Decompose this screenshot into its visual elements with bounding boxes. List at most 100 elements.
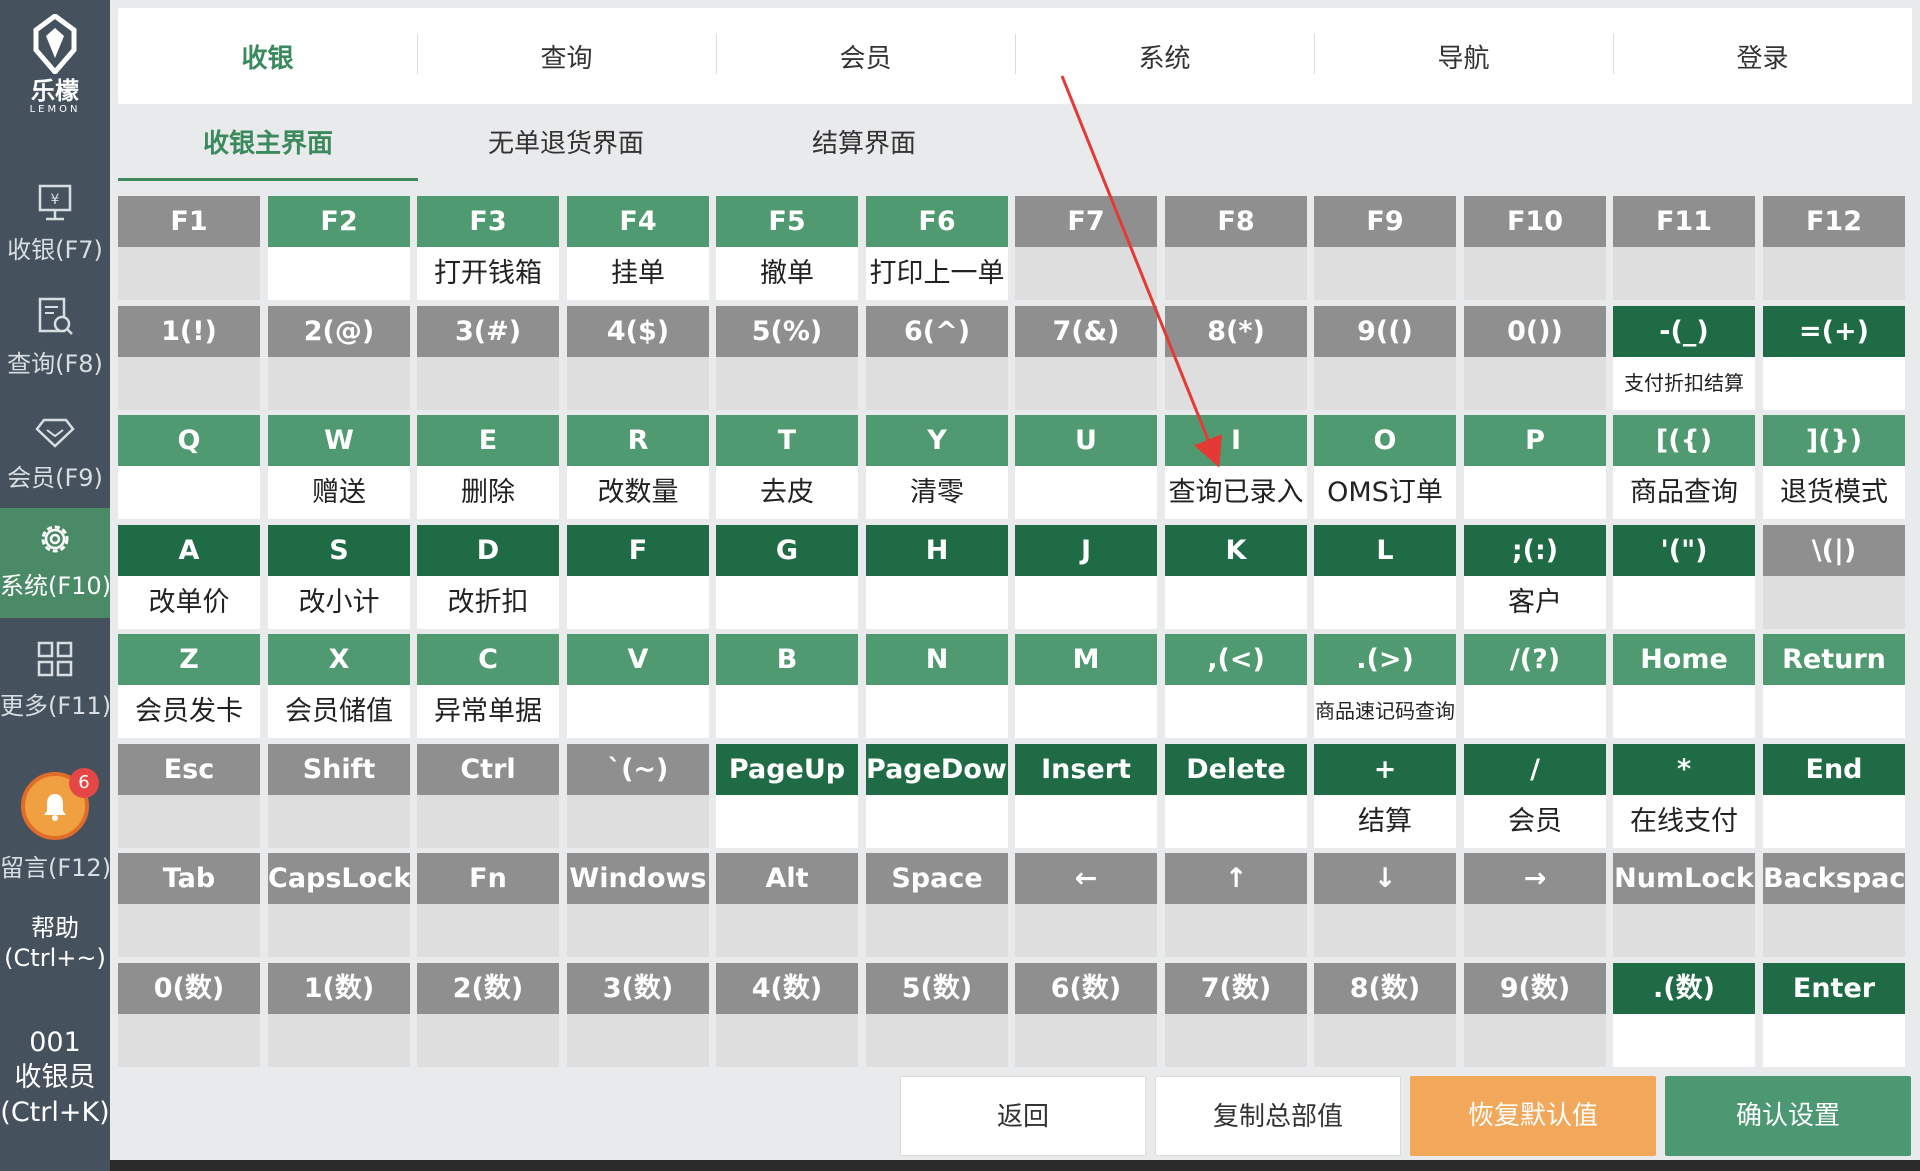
shortcut-key[interactable]: B — [716, 634, 858, 738]
confirm-settings-button[interactable]: 确认设置 — [1665, 1076, 1911, 1156]
sidebar-item-system[interactable]: 系统(F10) — [0, 508, 111, 618]
shortcut-key[interactable]: L — [1314, 525, 1456, 629]
shortcut-key[interactable]: 3(数) — [567, 963, 709, 1067]
shortcut-key[interactable]: 0()) — [1464, 306, 1606, 410]
shortcut-key[interactable]: Shift — [268, 744, 410, 848]
tab-login[interactable]: 登录 — [1613, 33, 1912, 75]
shortcut-key[interactable]: Ctrl — [417, 744, 559, 848]
sidebar-item-more[interactable]: 更多(F11) — [0, 628, 111, 738]
shortcut-key[interactable]: 5(%) — [716, 306, 858, 410]
subtab-settlement[interactable]: 结算界面 — [714, 110, 1014, 178]
shortcut-key[interactable]: ,(<) — [1165, 634, 1307, 738]
shortcut-key[interactable]: G — [716, 525, 858, 629]
shortcut-key[interactable]: N — [866, 634, 1008, 738]
shortcut-key[interactable]: H — [866, 525, 1008, 629]
shortcut-key[interactable]: F9 — [1314, 196, 1456, 300]
shortcut-key[interactable]: .(>) 商品速记码查询 — [1314, 634, 1456, 738]
shortcut-key[interactable]: NumLock — [1613, 853, 1755, 957]
shortcut-key[interactable]: 9(数) — [1464, 963, 1606, 1067]
shortcut-key[interactable]: Fn — [417, 853, 559, 957]
shortcut-key[interactable]: Y 清零 — [866, 415, 1008, 519]
shortcut-key[interactable]: F1 — [118, 196, 260, 300]
shortcut-key[interactable]: Enter — [1763, 963, 1905, 1067]
shortcut-key[interactable]: Backspace — [1763, 853, 1905, 957]
shortcut-key[interactable]: =(+) — [1763, 306, 1905, 410]
shortcut-key[interactable]: End — [1763, 744, 1905, 848]
sidebar-item-member[interactable]: 会员(F9) — [0, 400, 110, 510]
shortcut-key[interactable]: M — [1015, 634, 1157, 738]
shortcut-key[interactable]: F11 — [1613, 196, 1755, 300]
shortcut-key[interactable]: W 赠送 — [268, 415, 410, 519]
shortcut-key[interactable]: F4 挂单 — [567, 196, 709, 300]
shortcut-key[interactable]: 2(数) — [417, 963, 559, 1067]
shortcut-key[interactable]: Alt — [716, 853, 858, 957]
shortcut-key[interactable]: .(数) — [1613, 963, 1755, 1067]
shortcut-key[interactable]: ↑ — [1165, 853, 1307, 957]
tab-navigation[interactable]: 导航 — [1314, 33, 1613, 75]
shortcut-key[interactable]: ;(:) 客户 — [1464, 525, 1606, 629]
user-role[interactable]: 收银员 — [0, 1062, 110, 1094]
shortcut-key[interactable]: O OMS订单 — [1314, 415, 1456, 519]
subtab-no-receipt-return[interactable]: 无单退货界面 — [416, 110, 716, 178]
shortcut-key[interactable]: Insert — [1015, 744, 1157, 848]
shortcut-key[interactable]: J — [1015, 525, 1157, 629]
restore-default-button[interactable]: 恢复默认值 — [1410, 1076, 1656, 1156]
shortcut-key[interactable]: Space — [866, 853, 1008, 957]
help-label[interactable]: 帮助 — [0, 912, 110, 944]
shortcut-key[interactable]: F8 — [1165, 196, 1307, 300]
copy-hq-value-button[interactable]: 复制总部值 — [1155, 1076, 1401, 1156]
shortcut-key[interactable]: 1(!) — [118, 306, 260, 410]
shortcut-key[interactable]: /(?) — [1464, 634, 1606, 738]
shortcut-key[interactable]: Tab — [118, 853, 260, 957]
shortcut-key[interactable]: + 结算 — [1314, 744, 1456, 848]
shortcut-key[interactable]: 8(数) — [1314, 963, 1456, 1067]
shortcut-key[interactable]: CapsLock — [268, 853, 410, 957]
shortcut-key[interactable]: / 会员 — [1464, 744, 1606, 848]
back-button[interactable]: 返回 — [900, 1076, 1146, 1156]
shortcut-key[interactable]: F6 打印上一单 — [866, 196, 1008, 300]
tab-cashier[interactable]: 收银 — [118, 38, 417, 75]
shortcut-key[interactable]: ](}) 退货模式 — [1763, 415, 1905, 519]
tab-system[interactable]: 系统 — [1015, 33, 1314, 75]
shortcut-key[interactable]: X 会员储值 — [268, 634, 410, 738]
shortcut-key[interactable]: ↓ — [1314, 853, 1456, 957]
message-button[interactable]: 6 — [21, 768, 99, 840]
shortcut-key[interactable]: 4(数) — [716, 963, 858, 1067]
shortcut-key[interactable]: 6(^) — [866, 306, 1008, 410]
tab-query[interactable]: 查询 — [417, 33, 716, 75]
shortcut-key[interactable]: P — [1464, 415, 1606, 519]
shortcut-key[interactable]: Delete — [1165, 744, 1307, 848]
shortcut-key[interactable]: S 改小计 — [268, 525, 410, 629]
shortcut-key[interactable]: 7(数) — [1165, 963, 1307, 1067]
shortcut-key[interactable]: F5 撤单 — [716, 196, 858, 300]
shortcut-key[interactable]: PageUp — [716, 744, 858, 848]
subtab-cashier-main[interactable]: 收银主界面 — [118, 110, 418, 181]
shortcut-key[interactable]: 1(数) — [268, 963, 410, 1067]
shortcut-key[interactable]: Esc — [118, 744, 260, 848]
shortcut-key[interactable]: F3 打开钱箱 — [417, 196, 559, 300]
shortcut-key[interactable]: F2 — [268, 196, 410, 300]
shortcut-key[interactable]: Windows — [567, 853, 709, 957]
shortcut-key[interactable]: 3(#) — [417, 306, 559, 410]
sidebar-item-message[interactable]: 6 留言(F12) — [0, 762, 111, 882]
shortcut-key[interactable]: Z 会员发卡 — [118, 634, 260, 738]
shortcut-key[interactable]: F — [567, 525, 709, 629]
shortcut-key[interactable]: T 去皮 — [716, 415, 858, 519]
shortcut-key[interactable]: Home — [1613, 634, 1755, 738]
shortcut-key[interactable]: K — [1165, 525, 1307, 629]
shortcut-key[interactable]: I 查询已录入 — [1165, 415, 1307, 519]
shortcut-key[interactable]: F7 — [1015, 196, 1157, 300]
shortcut-key[interactable]: [({) 商品查询 — [1613, 415, 1755, 519]
shortcut-key[interactable]: U — [1015, 415, 1157, 519]
shortcut-key[interactable]: \(|) — [1763, 525, 1905, 629]
shortcut-key[interactable]: 9(() — [1314, 306, 1456, 410]
shortcut-key[interactable]: 5(数) — [866, 963, 1008, 1067]
shortcut-key[interactable]: Q — [118, 415, 260, 519]
shortcut-key[interactable]: 8(*) — [1165, 306, 1307, 410]
shortcut-key[interactable]: C 异常单据 — [417, 634, 559, 738]
shortcut-key[interactable]: `(~) — [567, 744, 709, 848]
sidebar-item-query[interactable]: 查询(F8) — [0, 286, 110, 396]
shortcut-key[interactable]: 0(数) — [118, 963, 260, 1067]
sidebar-item-cashier[interactable]: ¥ 收银(F7) — [0, 172, 110, 282]
shortcut-key[interactable]: ← — [1015, 853, 1157, 957]
